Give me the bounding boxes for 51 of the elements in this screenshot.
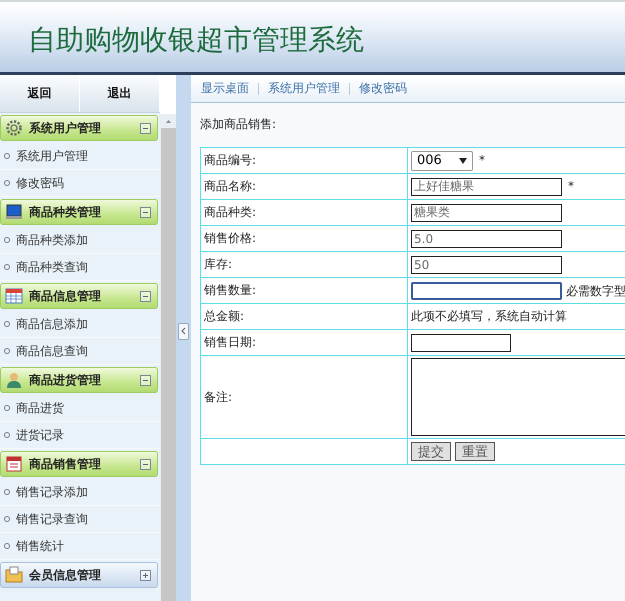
collapse-icon	[140, 290, 151, 302]
breadcrumb-link[interactable]: 修改密码	[359, 80, 407, 97]
form-title: 添加商品销售:	[200, 117, 276, 131]
scroll-up-icon[interactable]	[161, 114, 176, 128]
caret-icon	[459, 158, 467, 164]
field-label: 备注:	[204, 390, 232, 404]
input-field[interactable]: 5.0	[411, 230, 562, 248]
sidebar-button[interactable]: 退出	[80, 75, 160, 112]
section-header[interactable]: 商品进货管理	[0, 367, 158, 393]
input-field[interactable]: 50	[411, 256, 562, 274]
field-label: 商品编号:	[204, 153, 256, 167]
field-label: 库存:	[204, 257, 232, 271]
input-field[interactable]: 上好佳糖果	[411, 178, 562, 196]
input-field[interactable]	[411, 282, 562, 300]
required-mark: *	[479, 153, 485, 167]
person-icon	[5, 371, 23, 389]
app-title: 自助购物收银超市管理系统	[28, 22, 364, 58]
collapse-button[interactable]	[178, 322, 189, 340]
scrollbar[interactable]	[160, 114, 176, 601]
section-header[interactable]: 商品信息管理	[0, 283, 158, 309]
gear-icon	[5, 119, 23, 137]
section-header[interactable]: 商品种类管理	[0, 199, 158, 225]
collapse-icon	[140, 458, 151, 470]
collapse-icon	[140, 122, 151, 134]
folder-icon	[5, 566, 23, 584]
section-header[interactable]: 会员信息管理	[0, 562, 158, 588]
breadcrumb-link[interactable]: 显示桌面	[201, 80, 249, 97]
note-field[interactable]	[411, 358, 625, 436]
field-label: 销售数量:	[204, 283, 256, 297]
field-label: 总金额:	[204, 309, 244, 323]
form-button[interactable]: 提交	[411, 442, 451, 461]
input-field[interactable]: 糖果类	[411, 204, 562, 222]
field-label: 商品名称:	[204, 179, 256, 193]
collapse-icon	[140, 206, 151, 218]
calendar-icon	[5, 287, 23, 305]
sidebar-button[interactable]: 返回	[0, 75, 80, 112]
field-label: 商品种类:	[204, 205, 256, 219]
field-label: 销售日期:	[204, 335, 256, 349]
field-note: 此项不必填写，系统自动计算	[411, 309, 567, 323]
breadcrumb-link[interactable]: 系统用户管理	[268, 80, 340, 97]
field-label: 销售价格:	[204, 231, 256, 245]
product-select[interactable]: 006	[411, 150, 473, 170]
monitor-icon	[5, 203, 23, 221]
chevron-left-icon	[181, 327, 186, 335]
date-field[interactable]	[411, 334, 511, 352]
required-mark: *	[568, 179, 574, 193]
expand-icon	[140, 570, 151, 580]
section-header[interactable]: 商品销售管理	[0, 451, 158, 477]
collapse-icon	[140, 374, 151, 386]
form-button[interactable]: 重置	[455, 442, 495, 461]
section-header[interactable]: 系统用户管理	[0, 115, 158, 141]
